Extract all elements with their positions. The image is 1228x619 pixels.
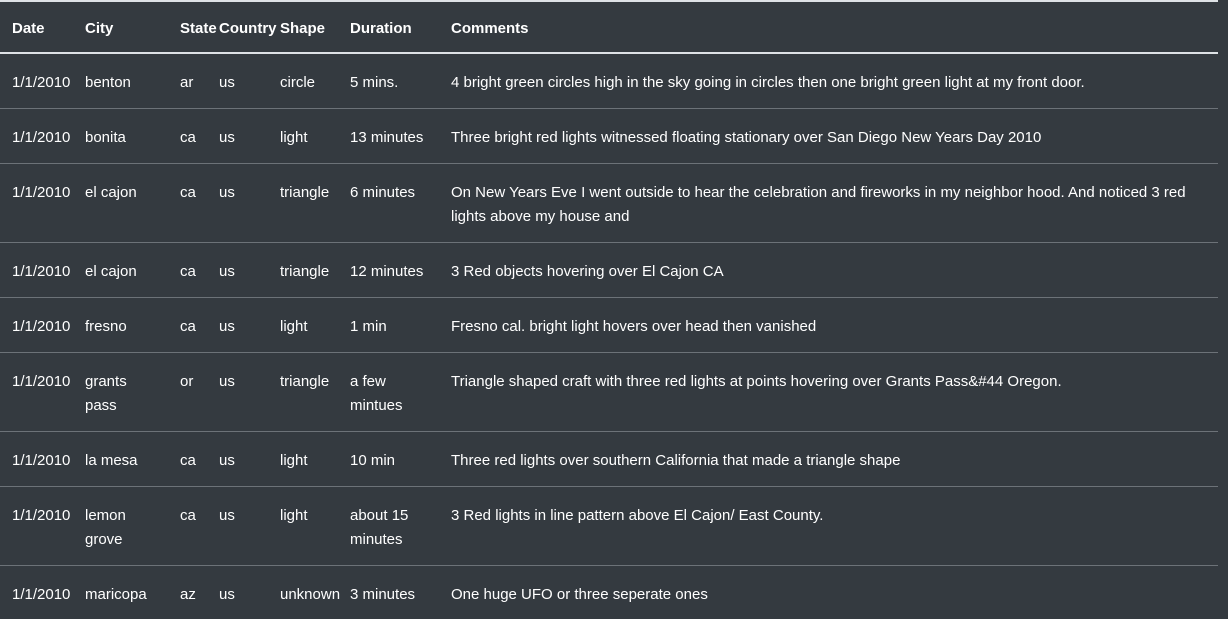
header-duration: Duration bbox=[338, 0, 439, 54]
cell-duration: 1 min bbox=[338, 297, 439, 353]
cell-comments: On New Years Eve I went outside to hear … bbox=[439, 163, 1218, 243]
cell-date: 1/1/2010 bbox=[0, 53, 73, 109]
cell-country: us bbox=[207, 108, 268, 164]
header-shape: Shape bbox=[268, 0, 338, 54]
cell-state: ar bbox=[168, 53, 207, 109]
cell-state: ca bbox=[168, 297, 207, 353]
cell-duration: 5 mins. bbox=[338, 53, 439, 109]
cell-state: ca bbox=[168, 431, 207, 487]
cell-comments: Three bright red lights witnessed floati… bbox=[439, 108, 1218, 164]
cell-city: bonita bbox=[73, 108, 168, 164]
cell-city: la mesa bbox=[73, 431, 168, 487]
table-header: Date City State Country Shape Duration C… bbox=[0, 0, 1218, 54]
header-row: Date City State Country Shape Duration C… bbox=[0, 0, 1218, 54]
cell-duration: 3 minutes bbox=[338, 565, 439, 619]
cell-city: maricopa bbox=[73, 565, 168, 619]
cell-date: 1/1/2010 bbox=[0, 108, 73, 164]
cell-shape: light bbox=[268, 486, 338, 566]
cell-country: us bbox=[207, 297, 268, 353]
cell-duration: a few mintues bbox=[338, 352, 439, 432]
table-row: 1/1/2010 lemon grove ca us light about 1… bbox=[0, 486, 1218, 566]
cell-shape: light bbox=[268, 297, 338, 353]
cell-shape: unknown bbox=[268, 565, 340, 619]
cell-country: us bbox=[207, 242, 268, 298]
ufo-sightings-table: Date City State Country Shape Duration C… bbox=[0, 0, 1218, 619]
header-city: City bbox=[73, 0, 168, 54]
table-row: 1/1/2010 la mesa ca us light 10 min Thre… bbox=[0, 431, 1218, 487]
cell-date: 1/1/2010 bbox=[0, 297, 73, 353]
cell-date: 1/1/2010 bbox=[0, 565, 73, 619]
cell-country: us bbox=[207, 163, 268, 243]
cell-country: us bbox=[207, 565, 268, 619]
cell-shape: light bbox=[268, 431, 338, 487]
table-row: 1/1/2010 fresno ca us light 1 min Fresno… bbox=[0, 297, 1218, 353]
cell-date: 1/1/2010 bbox=[0, 352, 73, 432]
cell-city: grants pass bbox=[73, 352, 168, 432]
cell-state: az bbox=[168, 565, 207, 619]
cell-state: or bbox=[168, 352, 207, 432]
table-row: 1/1/2010 maricopa az us unknown 3 minute… bbox=[0, 565, 1218, 619]
table-body: 1/1/2010 benton ar us circle 5 mins. 4 b… bbox=[0, 53, 1218, 619]
cell-state: ca bbox=[168, 486, 207, 566]
cell-comments: 4 bright green circles high in the sky g… bbox=[439, 53, 1218, 109]
cell-shape: triangle bbox=[268, 352, 338, 432]
cell-city: lemon grove bbox=[73, 486, 168, 566]
cell-shape: circle bbox=[268, 53, 338, 109]
cell-shape: triangle bbox=[268, 163, 338, 243]
cell-city: fresno bbox=[73, 297, 168, 353]
cell-country: us bbox=[207, 53, 268, 109]
cell-comments: 3 Red objects hovering over El Cajon CA bbox=[439, 242, 1218, 298]
cell-city: benton bbox=[73, 53, 168, 109]
cell-duration: 12 minutes bbox=[338, 242, 439, 298]
cell-duration: 13 minutes bbox=[338, 108, 439, 164]
table-row: 1/1/2010 el cajon ca us triangle 12 minu… bbox=[0, 242, 1218, 298]
cell-state: ca bbox=[168, 163, 207, 243]
table-row: 1/1/2010 grants pass or us triangle a fe… bbox=[0, 352, 1218, 432]
header-comments: Comments bbox=[439, 0, 1218, 54]
cell-duration: about 15 minutes bbox=[338, 486, 439, 566]
cell-duration: 6 minutes bbox=[338, 163, 439, 243]
cell-comments: Three red lights over southern Californi… bbox=[439, 431, 1218, 487]
cell-country: us bbox=[207, 431, 268, 487]
cell-shape: triangle bbox=[268, 242, 338, 298]
cell-comments: One huge UFO or three seperate ones bbox=[439, 565, 1218, 619]
cell-duration: 10 min bbox=[338, 431, 439, 487]
cell-state: ca bbox=[168, 108, 207, 164]
cell-country: us bbox=[207, 352, 268, 432]
cell-country: us bbox=[207, 486, 268, 566]
cell-date: 1/1/2010 bbox=[0, 242, 73, 298]
cell-shape: light bbox=[268, 108, 338, 164]
header-date: Date bbox=[0, 0, 73, 54]
table-row: 1/1/2010 bonita ca us light 13 minutes T… bbox=[0, 108, 1218, 164]
cell-comments: Fresno cal. bright light hovers over hea… bbox=[439, 297, 1218, 353]
cell-city: el cajon bbox=[73, 163, 168, 243]
cell-comments: Triangle shaped craft with three red lig… bbox=[439, 352, 1218, 432]
cell-state: ca bbox=[168, 242, 207, 298]
cell-date: 1/1/2010 bbox=[0, 431, 73, 487]
table-row: 1/1/2010 el cajon ca us triangle 6 minut… bbox=[0, 163, 1218, 243]
cell-city: el cajon bbox=[73, 242, 168, 298]
header-state: State bbox=[168, 0, 217, 54]
cell-comments: 3 Red lights in line pattern above El Ca… bbox=[439, 486, 1218, 566]
table-row: 1/1/2010 benton ar us circle 5 mins. 4 b… bbox=[0, 53, 1218, 109]
cell-date: 1/1/2010 bbox=[0, 486, 73, 566]
ufo-sightings-table-container: Date City State Country Shape Duration C… bbox=[0, 0, 1218, 619]
cell-date: 1/1/2010 bbox=[0, 163, 73, 243]
